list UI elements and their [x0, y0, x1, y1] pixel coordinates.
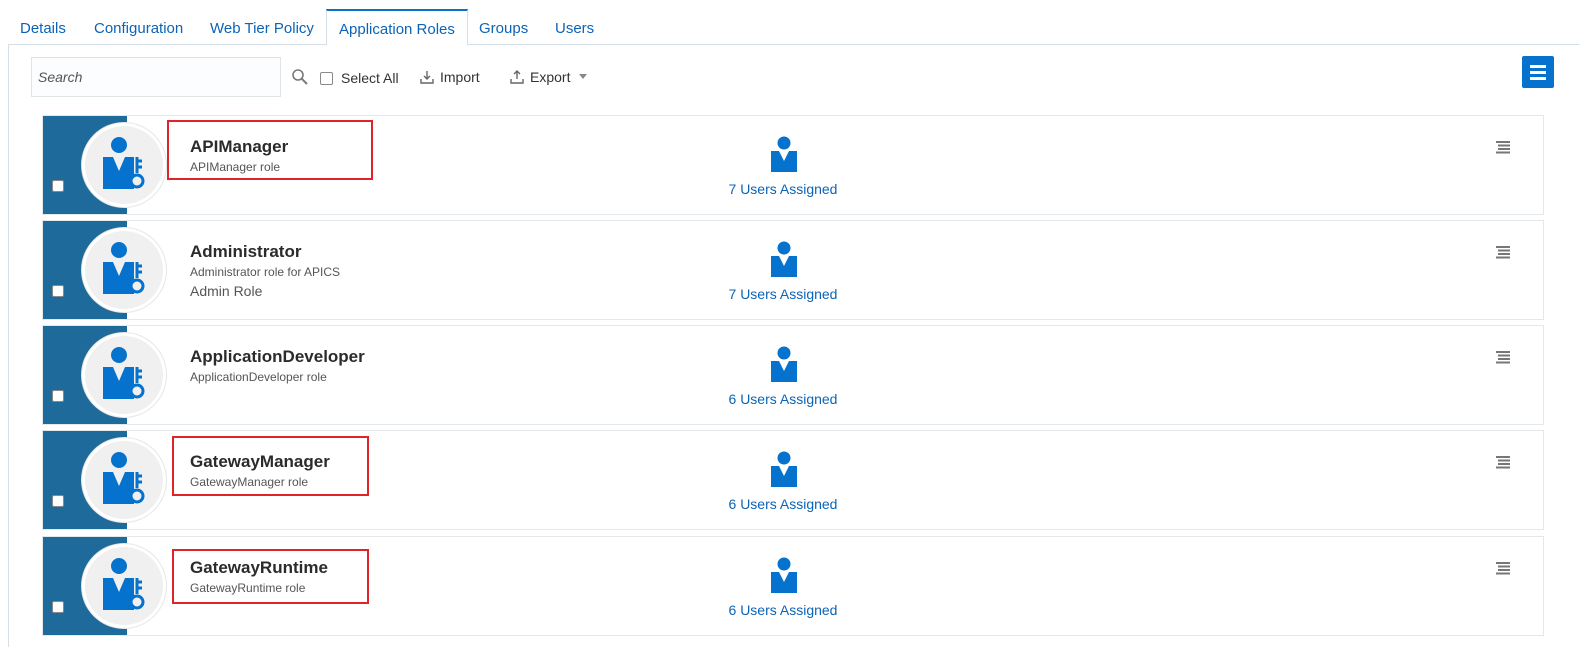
role-avatar	[82, 123, 166, 207]
role-description: GatewayRuntime role	[190, 581, 306, 595]
role-card[interactable]: GatewayManager GatewayManager role 6 Use…	[42, 430, 1544, 530]
role-checkbox[interactable]	[52, 601, 64, 613]
user-key-icon	[103, 347, 145, 399]
role-name[interactable]: GatewayRuntime	[190, 558, 328, 578]
import-label: Import	[440, 69, 480, 85]
import-icon	[420, 71, 434, 84]
role-description: GatewayManager role	[190, 475, 309, 489]
person-icon	[771, 557, 797, 593]
role-description: ApplicationDeveloper role	[190, 370, 327, 384]
person-icon	[771, 241, 797, 277]
export-icon	[510, 70, 524, 84]
hamburger-icon[interactable]	[1496, 245, 1510, 259]
tab-details[interactable]: Details	[20, 8, 66, 45]
user-key-icon	[103, 452, 145, 504]
view-menu-button[interactable]	[1522, 56, 1554, 88]
role-avatar	[82, 228, 166, 312]
person-icon	[771, 136, 797, 172]
select-all-label: Select All	[341, 70, 399, 86]
hamburger-icon[interactable]	[1496, 455, 1510, 469]
role-name[interactable]: ApplicationDeveloper	[190, 347, 365, 367]
role-name[interactable]: Administrator	[190, 242, 301, 262]
role-avatar	[82, 438, 166, 522]
user-key-icon	[103, 137, 145, 189]
role-card[interactable]: APIManager APIManager role 7 Users Assig…	[42, 115, 1544, 215]
tab-bar: Details Configuration Web Tier Policy Ap…	[0, 0, 1579, 46]
tab-configuration[interactable]: Configuration	[94, 8, 183, 45]
hamburger-icon[interactable]	[1496, 561, 1510, 575]
role-checkbox[interactable]	[52, 285, 64, 297]
tab-web-tier-policy[interactable]: Web Tier Policy	[210, 8, 314, 45]
role-checkbox[interactable]	[52, 390, 64, 402]
users-assigned-link[interactable]: 7 Users Assigned	[683, 286, 883, 302]
role-avatar	[82, 544, 166, 628]
role-extra-label: Admin Role	[190, 283, 263, 299]
users-assigned-link[interactable]: 6 Users Assigned	[683, 602, 883, 618]
role-description: APIManager role	[190, 160, 281, 174]
chevron-down-icon	[579, 74, 588, 79]
role-checkbox[interactable]	[52, 495, 64, 507]
role-name[interactable]: APIManager	[190, 137, 288, 157]
users-assigned-link[interactable]: 6 Users Assigned	[683, 391, 883, 407]
tab-groups[interactable]: Groups	[479, 8, 528, 45]
search-input[interactable]	[31, 57, 281, 97]
role-description: Administrator role for APICS	[190, 265, 341, 279]
person-icon	[771, 451, 797, 487]
role-card[interactable]: Administrator Administrator role for API…	[42, 220, 1544, 320]
role-name[interactable]: GatewayManager	[190, 452, 330, 472]
role-card[interactable]: GatewayRuntime GatewayRuntime role 6 Use…	[42, 536, 1544, 636]
import-button[interactable]: Import	[420, 66, 480, 88]
search-icon[interactable]	[291, 68, 309, 86]
export-button[interactable]: Export	[510, 66, 594, 88]
hamburger-icon[interactable]	[1496, 350, 1510, 364]
users-assigned-link[interactable]: 7 Users Assigned	[683, 181, 883, 197]
role-checkbox[interactable]	[52, 180, 64, 192]
user-key-icon	[103, 242, 145, 294]
users-assigned-link[interactable]: 6 Users Assigned	[683, 496, 883, 512]
role-avatar	[82, 333, 166, 417]
list-view-icon	[1530, 64, 1546, 68]
select-all-control[interactable]: Select All	[320, 68, 399, 88]
tab-application-roles[interactable]: Application Roles	[326, 9, 468, 46]
tab-users[interactable]: Users	[555, 8, 594, 45]
select-all-checkbox[interactable]	[320, 71, 333, 85]
hamburger-icon[interactable]	[1496, 140, 1510, 154]
export-label: Export	[530, 69, 571, 85]
role-card[interactable]: ApplicationDeveloper ApplicationDevelope…	[42, 325, 1544, 425]
user-key-icon	[103, 558, 145, 610]
person-icon	[771, 346, 797, 382]
